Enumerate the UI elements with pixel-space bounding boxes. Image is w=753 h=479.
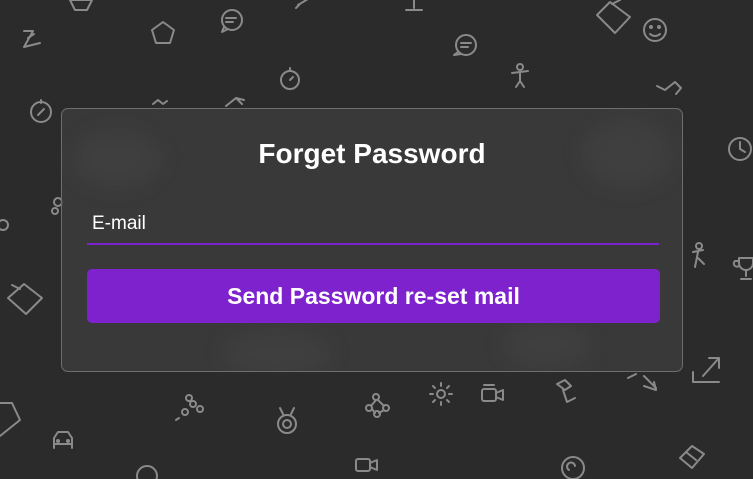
video-camera-icon bbox=[355, 458, 378, 472]
figure-icon bbox=[692, 242, 705, 268]
lamp-icon bbox=[405, 0, 423, 11]
chat-bubble-icon bbox=[221, 9, 243, 33]
email-field-container bbox=[87, 205, 659, 245]
chat-bubble-icon bbox=[453, 34, 477, 56]
molecule-icon bbox=[365, 393, 390, 418]
pentagon-icon bbox=[151, 21, 175, 44]
video-camera-icon bbox=[481, 384, 504, 402]
molecule-icon bbox=[0, 197, 63, 231]
pentagon-icon bbox=[69, 0, 93, 11]
share-icon bbox=[692, 357, 720, 383]
lightning-icon bbox=[23, 30, 41, 48]
card-blur-blob bbox=[502, 319, 592, 369]
lamp-icon bbox=[295, 0, 309, 9]
arrows-icon bbox=[627, 373, 657, 391]
lamp-icon bbox=[556, 379, 576, 403]
stopwatch-icon bbox=[30, 99, 52, 123]
smiley-icon bbox=[643, 18, 667, 42]
stopwatch-icon bbox=[280, 67, 300, 90]
molecule-icon bbox=[175, 394, 204, 421]
badge-icon bbox=[277, 407, 297, 434]
page-title: Forget Password bbox=[258, 138, 486, 169]
copy-icon bbox=[561, 456, 585, 479]
molecule-icon bbox=[152, 99, 168, 105]
badge-icon bbox=[136, 465, 158, 479]
trophy-icon bbox=[734, 257, 753, 280]
forget-password-card: Forget Password Send Password re-set mai… bbox=[61, 108, 683, 372]
email-field[interactable] bbox=[87, 205, 659, 243]
folder-icon bbox=[596, 0, 631, 34]
card-blur-blob bbox=[222, 329, 332, 371]
sun-icon bbox=[429, 382, 453, 406]
car-icon bbox=[53, 431, 73, 449]
send-reset-mail-button[interactable]: Send Password re-set mail bbox=[87, 269, 660, 323]
clock-icon bbox=[728, 137, 752, 161]
diamond-icon bbox=[7, 283, 43, 315]
figure-icon bbox=[511, 63, 529, 88]
lamp-icon bbox=[225, 97, 245, 107]
copy-icon bbox=[679, 445, 705, 469]
share-icon bbox=[0, 402, 21, 437]
lamp-icon bbox=[656, 81, 682, 95]
